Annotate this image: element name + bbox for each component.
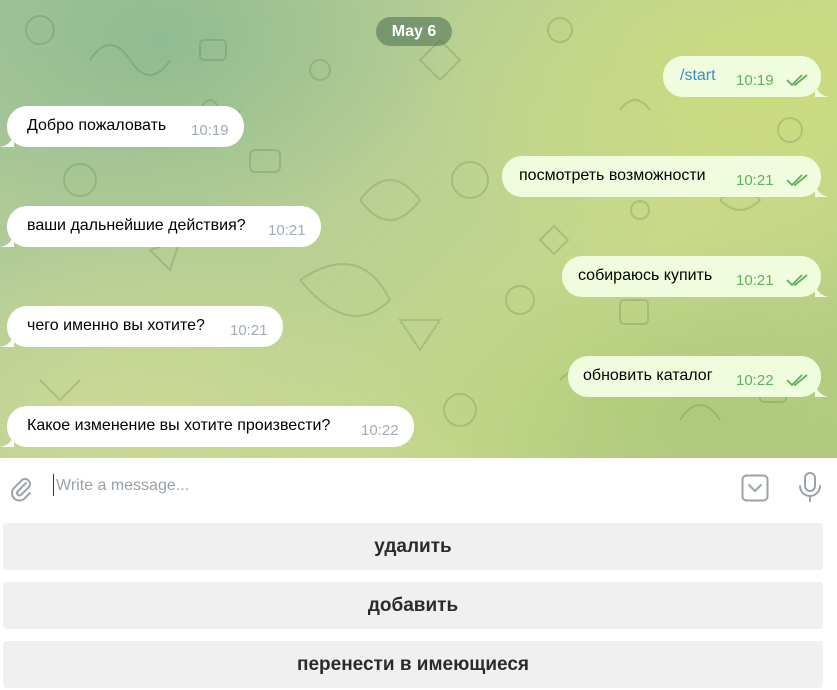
message-incoming[interactable]: ваши дальнейшие действия? 10:21 xyxy=(7,206,321,247)
reply-keyboard: удалить добавить перенести в имеющиеся xyxy=(0,516,837,690)
message-time: 10:22 xyxy=(361,422,399,439)
message-time: 10:21 xyxy=(736,172,774,189)
double-check-icon xyxy=(786,174,808,187)
message-text: обновить каталог xyxy=(583,367,713,384)
chat-history[interactable]: May 6 /start 10:19 Добро пожаловать 10:1… xyxy=(0,0,837,458)
keyboard-button-add[interactable]: добавить xyxy=(3,582,823,629)
bubble-tail xyxy=(815,183,829,197)
message-time: 10:22 xyxy=(736,372,774,389)
message-time: 10:19 xyxy=(191,122,229,139)
message-composer xyxy=(0,458,837,516)
double-check-icon xyxy=(786,74,808,87)
message-text: Добро пожаловать xyxy=(27,117,167,134)
text-cursor xyxy=(53,474,54,496)
message-text: чего именно вы хотите? xyxy=(27,317,205,334)
message-incoming[interactable]: Добро пожаловать 10:19 xyxy=(7,106,244,147)
bubble-tail xyxy=(815,83,829,97)
message-time: 10:21 xyxy=(736,272,774,289)
message-outgoing[interactable]: /start 10:19 xyxy=(663,56,821,97)
message-outgoing[interactable]: собираюсь купить 10:21 xyxy=(562,256,821,297)
date-separator: May 6 xyxy=(376,17,452,46)
bubble-tail xyxy=(815,383,829,397)
keyboard-button-move-to-existing[interactable]: перенести в имеющиеся xyxy=(3,641,823,688)
chevron-down-icon[interactable] xyxy=(740,473,770,503)
message-incoming[interactable]: чего именно вы хотите? 10:21 xyxy=(7,306,283,347)
message-outgoing[interactable]: посмотреть возможности 10:21 xyxy=(502,156,821,197)
message-text: посмотреть возможности xyxy=(519,167,706,184)
bubble-tail xyxy=(0,233,14,247)
bubble-tail xyxy=(815,283,829,297)
bubble-tail xyxy=(0,433,14,447)
double-check-icon xyxy=(786,374,808,387)
message-time: 10:19 xyxy=(736,72,774,89)
message-incoming[interactable]: Какое изменение вы хотите произвести? 10… xyxy=(7,406,414,447)
keyboard-button-delete[interactable]: удалить xyxy=(3,523,823,570)
message-input[interactable] xyxy=(56,472,656,500)
bubble-tail xyxy=(0,133,14,147)
paperclip-icon[interactable] xyxy=(7,474,35,502)
message-text: собираюсь купить xyxy=(578,267,713,284)
double-check-icon xyxy=(786,274,808,287)
message-text-command-link[interactable]: /start xyxy=(680,67,716,85)
message-text: ваши дальнейшие действия? xyxy=(27,217,246,234)
message-outgoing[interactable]: обновить каталог 10:22 xyxy=(568,356,821,397)
message-time: 10:21 xyxy=(230,322,268,339)
message-text: Какое изменение вы хотите произвести? xyxy=(27,417,331,434)
message-time: 10:21 xyxy=(268,222,306,239)
microphone-icon[interactable] xyxy=(796,471,824,503)
bubble-tail xyxy=(0,333,14,347)
